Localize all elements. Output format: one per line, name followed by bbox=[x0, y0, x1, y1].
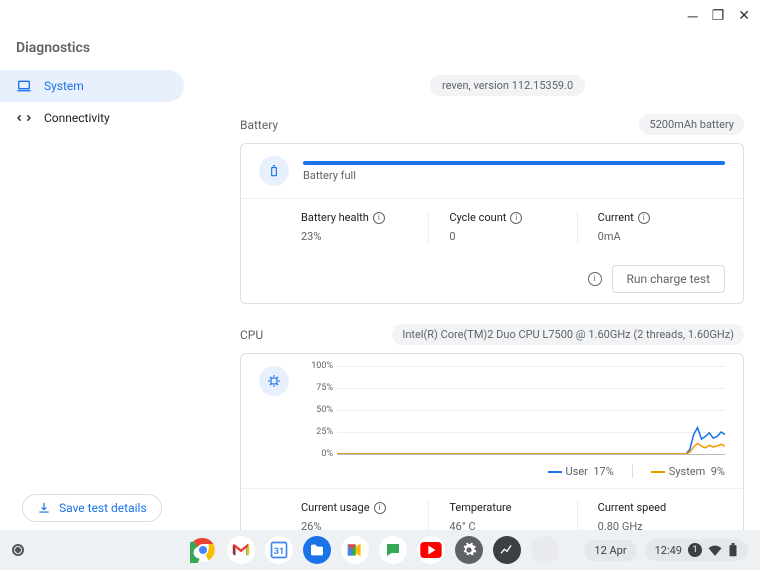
legend-user-label: User bbox=[566, 465, 588, 478]
metrics-icon[interactable] bbox=[493, 536, 521, 564]
sidebar-item-system[interactable]: System bbox=[0, 70, 184, 102]
wifi-icon bbox=[708, 544, 722, 556]
save-test-details-button[interactable]: Save test details bbox=[22, 494, 162, 522]
youtube-icon[interactable] bbox=[417, 536, 445, 564]
shelf-apps: 31 bbox=[189, 536, 559, 564]
info-icon[interactable]: i bbox=[638, 212, 650, 224]
laptop-icon bbox=[16, 78, 32, 94]
battery-progress-bar bbox=[303, 161, 725, 165]
close-button[interactable]: ✕ bbox=[738, 8, 750, 25]
svg-text:31: 31 bbox=[274, 547, 285, 557]
chart-tick: 100% bbox=[311, 361, 333, 371]
notification-badge-icon: 1 bbox=[688, 543, 702, 557]
cpu-section-header: CPU Intel(R) Core(TM)2 Duo CPU L7500 @ 1… bbox=[240, 324, 744, 345]
page-title: Diagnostics bbox=[16, 40, 90, 56]
gmail-icon[interactable] bbox=[227, 536, 255, 564]
cpu-icon bbox=[259, 366, 289, 396]
files-icon[interactable] bbox=[303, 536, 331, 564]
info-icon[interactable]: i bbox=[510, 212, 522, 224]
system-tray[interactable]: 12 Apr 12:49 1 bbox=[584, 539, 748, 561]
battery-section-header: Battery 5200mAh battery bbox=[240, 114, 744, 135]
settings-icon[interactable] bbox=[455, 536, 483, 564]
restore-button[interactable]: ❐ bbox=[712, 8, 725, 25]
cpu-section-label: CPU bbox=[240, 328, 263, 342]
legend-system-label: System bbox=[669, 465, 706, 478]
current-label: Current bbox=[598, 211, 634, 224]
status-pill[interactable]: 12:49 1 bbox=[645, 539, 748, 561]
battery-capacity-chip: 5200mAh battery bbox=[639, 114, 744, 135]
current-usage-label: Current usage bbox=[301, 501, 370, 514]
info-icon[interactable]: i bbox=[588, 272, 602, 286]
current-value: 0mA bbox=[598, 230, 725, 243]
calendar-icon[interactable]: 31 bbox=[265, 536, 293, 564]
chrome-icon[interactable] bbox=[189, 536, 217, 564]
sidebar-item-connectivity[interactable]: Connectivity bbox=[0, 102, 184, 134]
chart-tick: 25% bbox=[316, 427, 333, 437]
chart-tick: 50% bbox=[316, 405, 333, 415]
download-icon bbox=[37, 501, 51, 515]
cpu-usage-chart: 0%25%50%75%100% bbox=[337, 366, 725, 454]
temperature-label: Temperature bbox=[449, 501, 511, 514]
info-icon[interactable]: i bbox=[374, 502, 386, 514]
info-icon[interactable]: i bbox=[373, 212, 385, 224]
legend-user-value: 17% bbox=[593, 465, 613, 478]
legend-system-value: 9% bbox=[711, 465, 725, 478]
battery-section-label: Battery bbox=[240, 118, 278, 132]
chat-icon[interactable] bbox=[379, 536, 407, 564]
shelf: 31 12 Apr 12:49 1 bbox=[0, 530, 760, 570]
sidebar-item-label: Connectivity bbox=[44, 111, 110, 125]
cpu-card: 0%25%50%75%100% User 17% System 9% Curre… bbox=[240, 353, 744, 530]
connectivity-icon bbox=[16, 110, 32, 126]
chart-tick: 75% bbox=[316, 383, 333, 393]
account-icon[interactable] bbox=[531, 536, 559, 564]
battery-status-text: Battery full bbox=[303, 169, 725, 182]
launcher-button[interactable] bbox=[12, 544, 24, 556]
battery-icon bbox=[259, 156, 289, 186]
sidebar-item-label: System bbox=[44, 79, 84, 93]
cycle-count-value: 0 bbox=[449, 230, 576, 243]
battery-health-label: Battery health bbox=[301, 211, 369, 224]
current-speed-label: Current speed bbox=[598, 501, 667, 514]
cpu-model-chip: Intel(R) Core(TM)2 Duo CPU L7500 @ 1.60G… bbox=[392, 324, 744, 345]
cycle-count-label: Cycle count bbox=[449, 211, 506, 224]
current-speed-value: 0.80 GHz bbox=[598, 520, 725, 530]
minimize-button[interactable]: ─ bbox=[688, 8, 698, 25]
meet-icon[interactable] bbox=[341, 536, 369, 564]
battery-tray-icon bbox=[728, 543, 738, 557]
cpu-chart-legend: User 17% System 9% bbox=[241, 460, 743, 488]
battery-health-value: 23% bbox=[301, 230, 428, 243]
sidebar: System Connectivity bbox=[0, 70, 190, 134]
version-chip: reven, version 112.15359.0 bbox=[430, 75, 585, 96]
battery-card: Battery full Battery health i 23% Cycle c… bbox=[240, 143, 744, 304]
temperature-value: 46° C bbox=[449, 520, 576, 530]
main-content: reven, version 112.15359.0 Battery 5200m… bbox=[240, 74, 744, 530]
date-pill[interactable]: 12 Apr bbox=[584, 540, 636, 561]
run-charge-test-button[interactable]: Run charge test bbox=[612, 265, 725, 293]
chart-tick: 0% bbox=[321, 449, 333, 459]
current-usage-value: 26% bbox=[301, 520, 428, 530]
